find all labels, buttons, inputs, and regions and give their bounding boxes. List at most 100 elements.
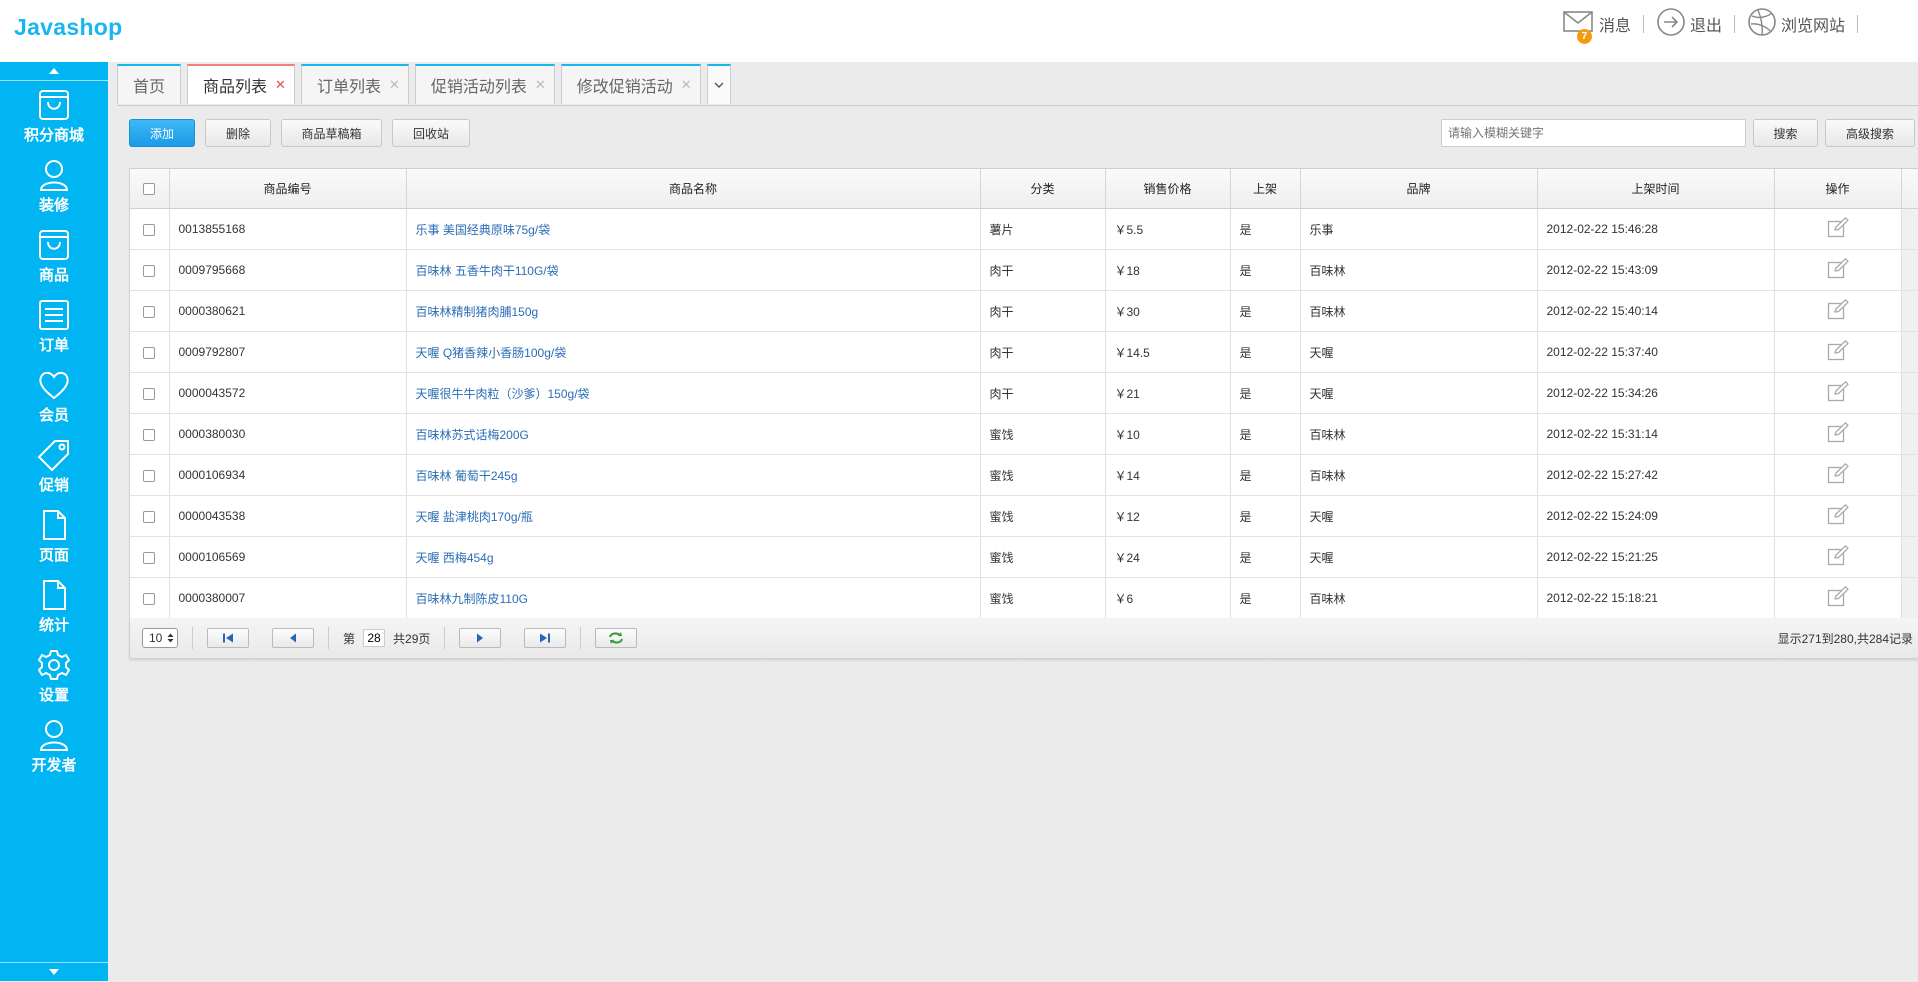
- product-name-link[interactable]: 天喔很牛牛肉粒（沙爹）150g/袋: [416, 387, 590, 401]
- edit-icon[interactable]: [1827, 421, 1849, 447]
- table-row: 0013855168 乐事 美国经典原味75g/袋 薯片 ￥5.5 是乐事 2012-02…: [130, 208, 1918, 250]
- sidebar-item-members[interactable]: 会员: [0, 361, 108, 431]
- tab-more-button[interactable]: [706, 64, 731, 104]
- brand-cell: 百味林: [1300, 290, 1538, 332]
- shelf-time-cell: 2012-02-22 15:21:25: [1537, 536, 1775, 578]
- column-header[interactable]: 品牌: [1300, 169, 1538, 209]
- search-button[interactable]: 搜索: [1753, 119, 1818, 147]
- edit-icon[interactable]: [1827, 503, 1849, 529]
- row-checkbox[interactable]: [143, 592, 156, 605]
- close-icon[interactable]: ✕: [389, 77, 400, 93]
- toolbar: 添加 删除 商品草稿箱 回收站: [129, 119, 480, 147]
- operation-cell: [1774, 577, 1902, 619]
- logout-icon: [1656, 7, 1690, 42]
- edit-icon[interactable]: [1827, 257, 1849, 283]
- sidebar-item-developer[interactable]: 开发者: [0, 711, 108, 781]
- prev-page-button[interactable]: [272, 628, 314, 648]
- row-checkbox[interactable]: [143, 387, 156, 400]
- refresh-button[interactable]: [595, 628, 638, 648]
- row-checkbox[interactable]: [143, 223, 156, 236]
- on-shelf-cell: 是: [1230, 495, 1301, 537]
- browse-site-link[interactable]: 浏览网站: [1735, 7, 1857, 42]
- messages-link[interactable]: 7 消息: [1551, 9, 1643, 44]
- shelf-time-cell: 2012-02-22 15:46:28: [1537, 208, 1775, 250]
- sidebar-item-settings[interactable]: 设置: [0, 641, 108, 711]
- product-name-link[interactable]: 百味林精制猪肉脯150g: [416, 305, 539, 319]
- row-checkbox[interactable]: [143, 469, 156, 482]
- sidebar-item-label: 积分商城: [23, 126, 84, 144]
- brand-cell: 百味林: [1300, 454, 1538, 496]
- row-checkbox[interactable]: [143, 305, 156, 318]
- sidebar-item-decoration[interactable]: 装修: [0, 151, 108, 221]
- sidebar-item-orders[interactable]: 订单: [0, 291, 108, 361]
- first-page-button[interactable]: [207, 628, 249, 648]
- column-header[interactable]: 商品名称: [406, 169, 981, 209]
- sidebar-item-pages[interactable]: 页面: [0, 501, 108, 571]
- product-name-link[interactable]: 百味林 葡萄干245g: [416, 469, 518, 483]
- page-prefix: 第: [343, 631, 356, 646]
- tab-goods-list[interactable]: 商品列表 ✕: [187, 64, 295, 104]
- sidebar-scroll-down[interactable]: [0, 962, 108, 981]
- column-header[interactable]: 上架: [1230, 169, 1301, 209]
- row-checkbox[interactable]: [143, 551, 156, 564]
- close-icon[interactable]: ✕: [681, 77, 692, 93]
- column-header[interactable]: 上架时间: [1537, 169, 1775, 209]
- recycle-bin-button[interactable]: 回收站: [392, 119, 470, 147]
- price-cell: ￥30: [1105, 290, 1231, 332]
- product-name-link[interactable]: 天喔 西梅454g: [416, 551, 494, 565]
- sidebar-scroll-up[interactable]: [0, 62, 108, 81]
- edit-icon[interactable]: [1827, 339, 1849, 365]
- page-size-value: 10: [149, 631, 163, 645]
- row-checkbox[interactable]: [143, 346, 156, 359]
- edit-icon[interactable]: [1827, 462, 1849, 488]
- close-icon[interactable]: ✕: [275, 77, 286, 93]
- search-input[interactable]: [1441, 119, 1746, 147]
- column-header[interactable]: 销售价格: [1105, 169, 1231, 209]
- sidebar-item-points-mall[interactable]: 积分商城: [0, 81, 108, 151]
- last-page-button[interactable]: [524, 628, 567, 648]
- product-name-link[interactable]: 乐事 美国经典原味75g/袋: [416, 223, 551, 237]
- select-all-checkbox[interactable]: [143, 183, 156, 196]
- delete-button[interactable]: 删除: [205, 119, 271, 147]
- logo[interactable]: Javashop: [14, 14, 123, 41]
- sidebar-item-label: 统计: [38, 616, 69, 634]
- drafts-button[interactable]: 商品草稿箱: [281, 119, 382, 147]
- product-name-link[interactable]: 百味林苏式话梅200G: [416, 428, 529, 442]
- product-name-link[interactable]: 天喔 Q猪香辣小香肠100g/袋: [416, 346, 567, 360]
- column-header[interactable]: 商品编号: [169, 169, 407, 209]
- edit-icon[interactable]: [1827, 585, 1849, 611]
- sidebar-item-goods[interactable]: 商品: [0, 221, 108, 291]
- close-icon[interactable]: ✕: [535, 77, 546, 93]
- row-checkbox[interactable]: [143, 264, 156, 277]
- tab-order-list[interactable]: 订单列表 ✕: [300, 64, 409, 104]
- logout-link[interactable]: 退出: [1644, 7, 1734, 42]
- edit-icon[interactable]: [1827, 298, 1849, 324]
- product-name-link[interactable]: 天喔 盐津桃肉170g/瓶: [416, 510, 533, 524]
- tab-home[interactable]: 首页: [117, 64, 182, 104]
- add-button[interactable]: 添加: [129, 119, 195, 147]
- sidebar-item-label: 开发者: [31, 756, 77, 774]
- goods-list-panel: 添加 删除 商品草稿箱 回收站 搜索 高级搜索 商品编号 商品名称 分类 销售价…: [117, 105, 1918, 982]
- on-shelf-cell: 是: [1230, 290, 1301, 332]
- edit-icon[interactable]: [1827, 216, 1849, 242]
- divider: [192, 627, 193, 649]
- product-name-cell: 百味林 葡萄干245g: [406, 454, 981, 496]
- shop-bag-icon: [39, 89, 69, 120]
- row-checkbox[interactable]: [143, 510, 156, 523]
- edit-icon[interactable]: [1827, 380, 1849, 406]
- row-spacer: [1901, 495, 1918, 537]
- next-page-button[interactable]: [459, 628, 502, 648]
- row-checkbox[interactable]: [143, 428, 156, 441]
- product-name-link[interactable]: 百味林九制陈皮110G: [416, 592, 528, 606]
- tab-promotion-list[interactable]: 促销活动列表 ✕: [414, 64, 555, 104]
- row-checkbox-cell: [130, 290, 170, 332]
- sidebar-item-statistics[interactable]: 统计: [0, 571, 108, 641]
- page-size-select[interactable]: 10: [142, 628, 178, 648]
- tab-edit-promotion[interactable]: 修改促销活动 ✕: [560, 64, 701, 104]
- advanced-search-button[interactable]: 高级搜索: [1825, 119, 1915, 147]
- edit-icon[interactable]: [1827, 544, 1849, 570]
- sidebar-item-promotion[interactable]: 促销: [0, 431, 108, 501]
- product-name-link[interactable]: 百味林 五香牛肉干110G/袋: [416, 264, 559, 278]
- column-header[interactable]: 分类: [980, 169, 1106, 209]
- page-number-input[interactable]: [363, 629, 386, 647]
